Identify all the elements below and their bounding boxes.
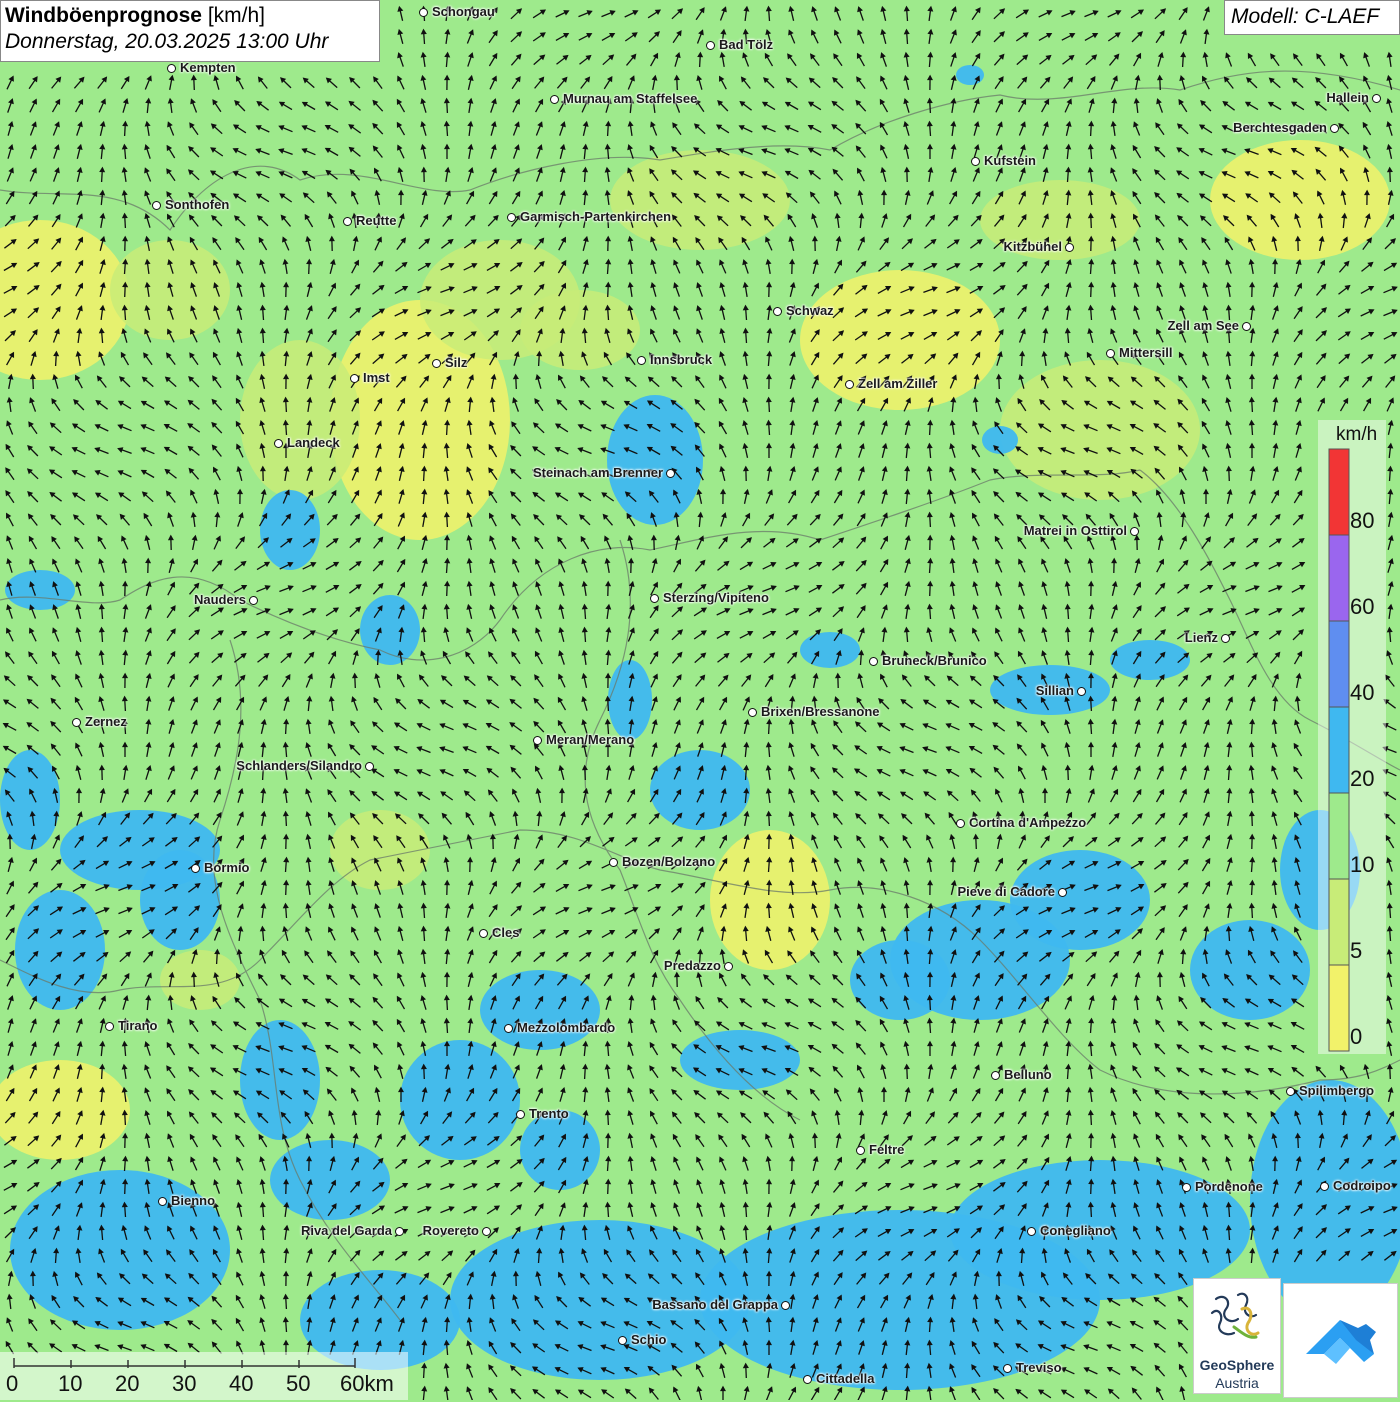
gust-zone-cat_20_40 [400,1040,520,1160]
gust-zone-cat_5_10 [520,290,640,370]
gust-zone-cat_20_40 [680,1030,800,1090]
gust-zone-cat_5_10 [240,340,360,500]
gust-zone-cat_20_40 [270,1140,390,1220]
gust-zone-cat_5_10 [1000,360,1200,500]
gust-zone-cat_5_10 [330,810,430,890]
gust-zone-cat_20_40 [1110,640,1190,680]
gust-zone-cat_20_40 [0,750,60,850]
gust-zone-cat_20_40 [1010,850,1150,950]
gust-zone-cat_5_10 [610,150,790,250]
gust-zone-cat_20_40 [260,490,320,570]
gust-zone-cat_5_10 [110,240,230,340]
gust-zone-cat_20_40 [480,970,600,1050]
gust-zone-cat_20_40 [800,632,860,668]
gust-zone-cat_20_40 [5,570,75,610]
gust-zone-cat_0_5 [710,830,830,970]
gust-zone-cat_20_40 [607,395,703,525]
gust-zone-cat_20_40 [240,1020,320,1140]
gust-zone-cat_20_40 [956,65,984,85]
